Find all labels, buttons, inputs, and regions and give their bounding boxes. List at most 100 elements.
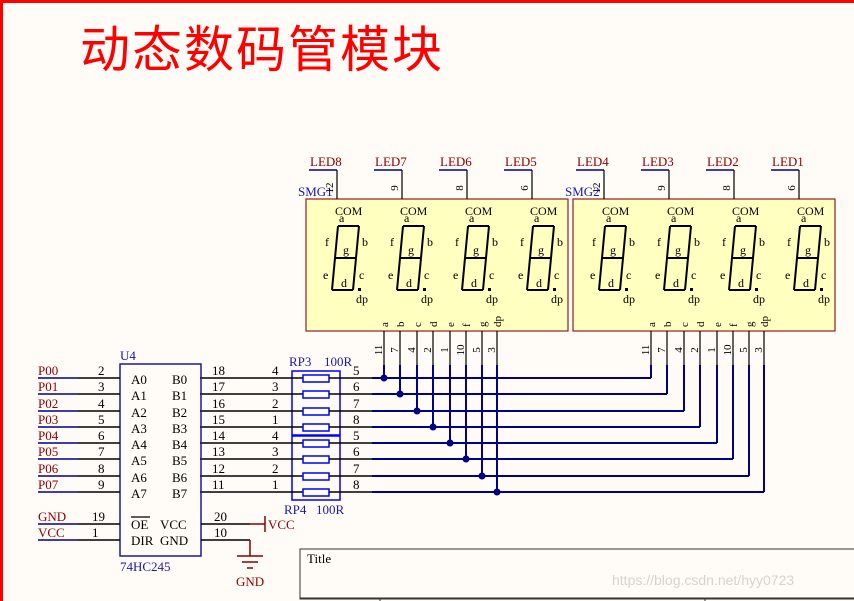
segment-dp xyxy=(488,288,491,291)
segment-dp xyxy=(553,288,556,291)
ic-pin-name-b2: B2 xyxy=(172,405,187,420)
resistor-pack-value: 100R xyxy=(316,502,345,517)
junction-dot xyxy=(493,488,501,496)
segment-label-e: e xyxy=(720,268,725,282)
segment-pin-name-f: f xyxy=(728,323,740,327)
segment-label-dp: dp xyxy=(753,292,765,306)
com-pin-number: 9 xyxy=(656,185,668,191)
segment-pin-number: 7 xyxy=(656,347,668,353)
segment-pin-name-c: c xyxy=(679,322,691,327)
net-label-p06: P06 xyxy=(38,461,59,476)
segment-pin-number: 11 xyxy=(640,345,652,356)
segment-label-e: e xyxy=(590,268,595,282)
segment-label-d: d xyxy=(803,276,809,290)
segment-label-f: f xyxy=(520,235,524,249)
ic-pin-number: 10 xyxy=(214,525,227,540)
segment-dp xyxy=(690,288,693,291)
rp-right-pin-number: 6 xyxy=(353,379,360,394)
ic-pin-number: 15 xyxy=(212,412,225,427)
segment-label-g: g xyxy=(343,243,349,257)
segment-label-g: g xyxy=(538,243,544,257)
segment-label-a: a xyxy=(606,211,612,225)
ic-pin-name-b6: B6 xyxy=(172,470,188,485)
ic-part-number: 74HC245 xyxy=(120,559,171,574)
segment-label-f: f xyxy=(592,235,596,249)
rp-right-pin-number: 5 xyxy=(353,363,360,378)
ic-pin-number: 3 xyxy=(98,379,105,394)
segment-label-b: b xyxy=(557,235,563,249)
segment-dp xyxy=(423,288,426,291)
ic-pin-name-b7: B7 xyxy=(172,486,188,501)
rp-left-pin-number: 1 xyxy=(272,412,279,427)
net-label-led7: LED7 xyxy=(375,154,407,169)
segment-label-a: a xyxy=(671,211,677,225)
net-label-p05: P05 xyxy=(38,444,58,459)
resistor-element xyxy=(302,390,330,399)
segment-label-c: c xyxy=(489,268,494,282)
segment-pin-name-a: a xyxy=(379,322,391,327)
segment-pin-name-dp: dp xyxy=(492,316,504,328)
rp-left-pin-number: 2 xyxy=(272,396,279,411)
title-block-label: Title xyxy=(307,551,332,566)
rp-right-pin-number: 7 xyxy=(353,461,360,476)
segment-dp xyxy=(820,288,823,291)
net-label-p00: P00 xyxy=(38,363,58,378)
ic-pin-number: 5 xyxy=(98,412,105,427)
ic-pin-name-a5: A5 xyxy=(131,453,147,468)
segment-label-b: b xyxy=(492,235,498,249)
com-pin-number: 8 xyxy=(454,185,466,191)
ic-pin-number: 13 xyxy=(212,444,225,459)
rp-right-pin-number: 8 xyxy=(353,477,360,492)
net-label-led5: LED5 xyxy=(505,154,537,169)
net-label-led4: LED4 xyxy=(577,154,609,169)
ic-pin-number: 1 xyxy=(92,525,99,540)
ic-pin-number: 2 xyxy=(98,363,105,378)
ic-pin-name-oe: OE xyxy=(131,517,148,532)
net-label-led6: LED6 xyxy=(440,154,472,169)
ic-pin-name-b4: B4 xyxy=(172,437,188,452)
segment-label-b: b xyxy=(629,235,635,249)
resistor-element xyxy=(302,423,330,432)
rp-right-pin-number: 8 xyxy=(353,412,360,427)
segment-label-b: b xyxy=(427,235,433,249)
net-label-p07: P07 xyxy=(38,477,59,492)
watermark: https://blog.csdn.net/hyy0723 xyxy=(612,572,795,588)
ic-pin-name-dir: DIR xyxy=(131,533,154,548)
segment-label-d: d xyxy=(673,276,679,290)
ic-pin-name-b0: B0 xyxy=(172,372,187,387)
segment-label-e: e xyxy=(785,268,790,282)
net-label-p04: P04 xyxy=(38,428,59,443)
segment-pin-number: 4 xyxy=(673,347,685,353)
junction-dot xyxy=(380,374,388,382)
segment-label-f: f xyxy=(325,235,329,249)
segment-dp xyxy=(358,288,361,291)
net-label-led2: LED2 xyxy=(707,154,739,169)
segment-pin-number: 1 xyxy=(706,347,718,353)
segment-label-e: e xyxy=(655,268,660,282)
rp-left-pin-number: 2 xyxy=(272,461,279,476)
segment-label-f: f xyxy=(722,235,726,249)
segment-pin-number: 1 xyxy=(439,347,451,353)
ic-pin-name-b3: B3 xyxy=(172,421,187,436)
segment-label-g: g xyxy=(473,243,479,257)
segment-label-dp: dp xyxy=(356,292,368,306)
rp-left-pin-number: 1 xyxy=(272,477,279,492)
segment-pin-name-e: e xyxy=(445,322,457,327)
net-label-p02: P02 xyxy=(38,396,58,411)
ic-pin-name-a0: A0 xyxy=(131,372,147,387)
segment-pin-number: 5 xyxy=(471,347,483,353)
ic-pin-name-a3: A3 xyxy=(131,421,147,436)
segment-dp xyxy=(755,288,758,291)
ic-pin-name-a6: A6 xyxy=(131,470,147,485)
net-label-led8: LED8 xyxy=(310,154,342,169)
resistor-packs: RP3 100R4 53 62 71 8RP4 100R4 53 62 71 8 xyxy=(200,354,372,517)
net-label-p01: P01 xyxy=(38,379,58,394)
power-port-gnd: GND xyxy=(236,574,264,589)
net-label-led1: LED1 xyxy=(772,154,804,169)
segment-pin-name-d: d xyxy=(428,321,440,327)
ic-pin-name-vcc: VCC xyxy=(160,517,187,532)
segment-label-b: b xyxy=(824,235,830,249)
resistor-element xyxy=(302,488,330,497)
segment-pin-number: 2 xyxy=(689,347,701,353)
segment-pin-name-b: b xyxy=(662,321,674,327)
